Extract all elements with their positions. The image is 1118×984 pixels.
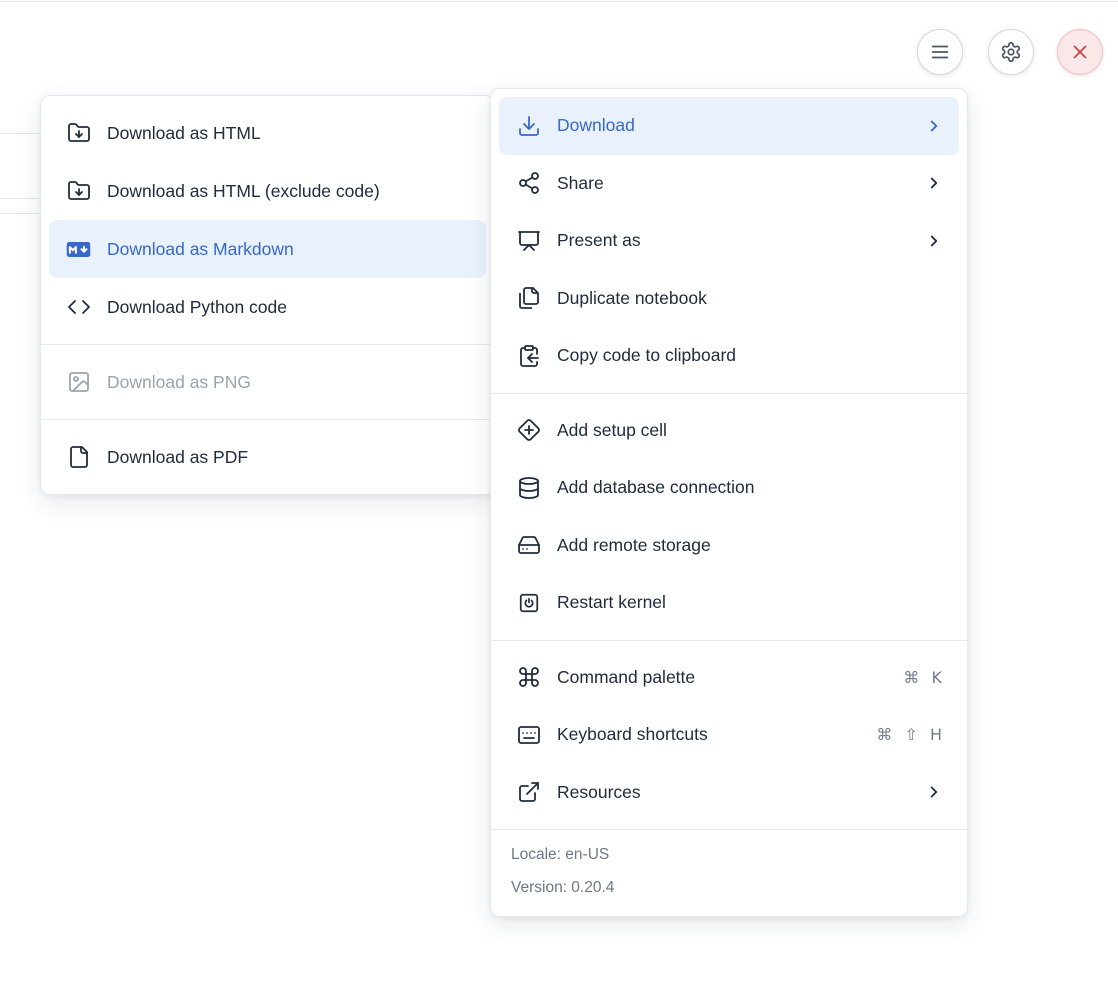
menu-item-label: Add setup cell (557, 420, 667, 441)
file-icon (66, 445, 91, 470)
menu-item-label: Download as PDF (107, 447, 248, 468)
menu-item-label: Copy code to clipboard (557, 345, 736, 366)
notebook-actions-menu: Download Share Present as (490, 88, 968, 917)
settings-button[interactable] (988, 29, 1034, 75)
menu-item-share[interactable]: Share (499, 155, 959, 213)
shutdown-button[interactable] (1057, 29, 1103, 75)
menu-item-download-as-png: Download as PNG (49, 353, 486, 411)
menu-item-resources[interactable]: Resources (499, 764, 959, 822)
app-stage: Download as HTML Download as HTML (exclu… (0, 0, 1118, 984)
menu-item-label: Present as (557, 230, 641, 251)
close-icon (1069, 41, 1091, 63)
chevron-right-icon (925, 232, 943, 250)
menu-item-label: Restart kernel (557, 592, 666, 613)
menu-item-add-remote-storage[interactable]: Add remote storage (499, 517, 959, 575)
download-icon (516, 113, 541, 138)
download-submenu: Download as HTML Download as HTML (exclu… (40, 95, 495, 495)
locale-label: Locale: en-US (511, 838, 947, 871)
menu-item-present-as[interactable]: Present as (499, 212, 959, 270)
power-icon (516, 590, 541, 615)
menu-item-keyboard-shortcuts[interactable]: Keyboard shortcuts ⌘ ⇧ H (499, 706, 959, 764)
external-link-icon (516, 780, 541, 805)
page-top-border (0, 1, 1118, 2)
presentation-icon (516, 228, 541, 253)
chevron-right-icon (925, 117, 943, 135)
background-cell-border (0, 198, 39, 199)
menu-item-duplicate-notebook[interactable]: Duplicate notebook (499, 270, 959, 328)
keyboard-icon (516, 722, 541, 747)
notebook-menu-button[interactable] (917, 29, 963, 75)
diamond-plus-icon (516, 418, 541, 443)
menu-item-label: Download as HTML (107, 123, 261, 144)
folder-down-icon (66, 121, 91, 146)
hamburger-icon (929, 41, 951, 63)
chevron-right-icon (925, 783, 943, 801)
menu-item-add-setup-cell[interactable]: Add setup cell (499, 402, 959, 460)
menu-item-label: Command palette (557, 667, 695, 688)
duplicate-icon (516, 286, 541, 311)
code-icon (66, 295, 91, 320)
folder-down-icon (66, 179, 91, 204)
menu-item-copy-code-to-clipboard[interactable]: Copy code to clipboard (499, 327, 959, 385)
shortcut-hint: ⌘ K (903, 668, 943, 687)
menu-item-restart-kernel[interactable]: Restart kernel (499, 574, 959, 632)
clipboard-copy-icon (516, 343, 541, 368)
database-icon (516, 475, 541, 500)
menu-item-download[interactable]: Download (499, 97, 959, 155)
menu-item-label: Download as Markdown (107, 239, 294, 260)
menu-item-label: Download as PNG (107, 372, 251, 393)
menu-item-label: Share (557, 173, 604, 194)
menu-item-label: Download (557, 115, 635, 136)
menu-item-download-as-html[interactable]: Download as HTML (49, 104, 486, 162)
image-icon (66, 370, 91, 395)
menu-item-label: Add database connection (557, 477, 755, 498)
background-cell-border (0, 213, 39, 214)
menu-item-download-python-code[interactable]: Download Python code (49, 278, 486, 336)
markdown-icon (66, 237, 91, 262)
menu-item-command-palette[interactable]: Command palette ⌘ K (499, 649, 959, 707)
menu-item-label: Add remote storage (557, 535, 711, 556)
menu-item-download-as-pdf[interactable]: Download as PDF (49, 428, 486, 486)
version-label: Version: 0.20.4 (511, 871, 947, 904)
chevron-right-icon (925, 174, 943, 192)
hard-drive-icon (516, 533, 541, 558)
share-icon (516, 171, 541, 196)
menu-item-download-as-markdown[interactable]: Download as Markdown (49, 220, 486, 278)
menu-item-add-database-connection[interactable]: Add database connection (499, 459, 959, 517)
background-cell-border (0, 133, 39, 134)
menu-item-download-as-html-exclude-code[interactable]: Download as HTML (exclude code) (49, 162, 486, 220)
command-icon (516, 665, 541, 690)
shortcut-hint: ⌘ ⇧ H (876, 725, 943, 744)
menu-item-label: Download as HTML (exclude code) (107, 181, 380, 202)
gear-icon (1000, 41, 1022, 63)
menu-footer: Locale: en-US Version: 0.20.4 (491, 830, 967, 916)
menu-item-label: Duplicate notebook (557, 288, 707, 309)
menu-item-label: Resources (557, 782, 641, 803)
menu-item-label: Keyboard shortcuts (557, 724, 708, 745)
menu-item-label: Download Python code (107, 297, 287, 318)
